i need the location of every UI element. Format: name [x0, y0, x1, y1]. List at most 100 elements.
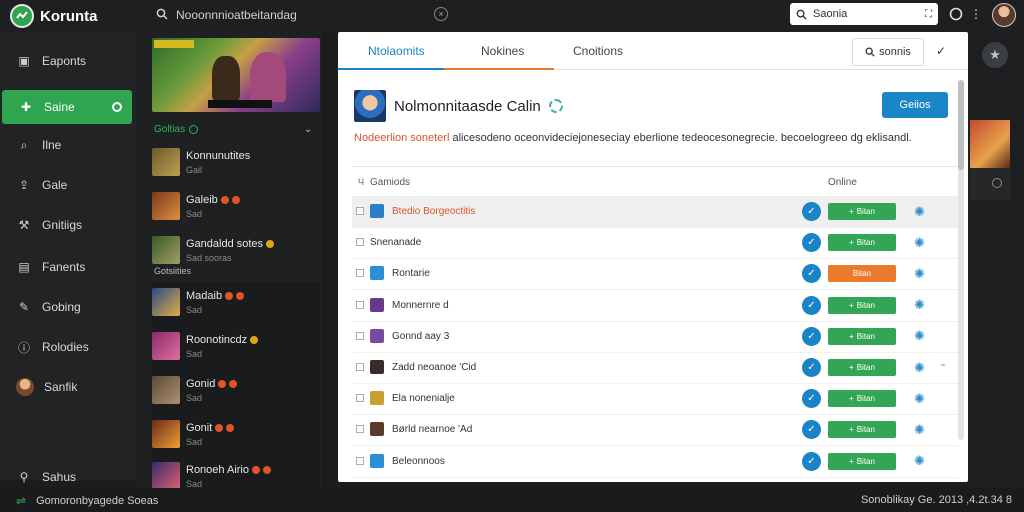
user-avatar[interactable] — [992, 3, 1016, 27]
description-text: alicesodeno oceonvideciejoneseciay eberl… — [452, 132, 912, 144]
game-thumbnail — [152, 376, 180, 404]
game-icon — [370, 360, 384, 374]
table-row[interactable]: Rontarie ✓ Bitan ✺ — [352, 259, 958, 291]
nav-item-fanents[interactable]: ▤ Fanents — [0, 250, 136, 284]
description-highlight: Nodeerlion soneterl — [354, 132, 450, 144]
plus-icon: + — [849, 456, 854, 466]
link-icon[interactable]: ⌁ — [940, 360, 952, 372]
scrollbar[interactable] — [958, 80, 964, 440]
primary-button[interactable]: Geiios — [882, 92, 948, 118]
game-icon — [370, 391, 384, 406]
page-title: Nolmonnitaasde Calin — [394, 97, 541, 115]
row-checkbox[interactable] — [356, 331, 364, 340]
game-subtitle: Gail — [186, 165, 203, 175]
nav-item-rolodies[interactable]: ⓘ Rolodies — [0, 330, 136, 364]
info-icon: ⓘ — [17, 340, 30, 355]
search-box[interactable]: Saonia ⛶ — [790, 3, 938, 25]
table-row[interactable]: Beleonnoos ✓ + Bitan ✺ — [352, 447, 958, 478]
settings-icon[interactable]: ✺ — [912, 235, 927, 250]
settings-icon[interactable] — [992, 178, 1002, 188]
table-row[interactable]: Monnernre d ✓ + Bitan ✺ — [352, 291, 958, 322]
settings-icon[interactable]: ✺ — [912, 297, 927, 313]
select-all-icon[interactable]: Ч — [358, 177, 364, 187]
status-badge[interactable]: + Bitan — [828, 327, 896, 345]
list-item[interactable]: Madaib Sad — [152, 288, 322, 326]
list-item[interactable]: Roonotincdz Sad — [152, 332, 322, 370]
list-item[interactable]: Gandaldd sotes Sad sooras — [152, 236, 322, 274]
settings-icon[interactable]: ✺ — [912, 204, 927, 219]
check-circle-icon[interactable]: ✓ — [802, 358, 821, 377]
chevron-down-icon[interactable]: ⌄ — [304, 124, 312, 135]
list-item[interactable]: Konnunutites Gail — [152, 148, 322, 186]
list-item[interactable]: Gonid Sad — [152, 376, 322, 414]
table-row[interactable]: Børld nearnoe 'Ad ✓ + Bitan ✺ — [352, 415, 958, 447]
table-row[interactable]: Gonnd aay 3 ✓ + Bitan ✺ — [352, 322, 958, 353]
game-thumbnail — [152, 236, 180, 264]
status-badge[interactable]: + Bitan — [828, 390, 896, 408]
brand[interactable]: Korunta — [10, 4, 98, 28]
tab-ntolaomits[interactable]: Ntolaomits — [338, 44, 444, 70]
row-checkbox[interactable] — [356, 207, 364, 215]
chat-icon[interactable] — [948, 6, 964, 22]
nav-item-eaponts[interactable]: ▣ Eaponts — [0, 44, 136, 78]
game-subtitle: Sad sooras — [186, 253, 232, 263]
nav-item-saine[interactable]: ✚ Saine — [2, 90, 132, 124]
row-checkbox[interactable] — [356, 269, 364, 278]
list-item[interactable]: Galeib Sad — [152, 192, 322, 230]
check-circle-icon[interactable]: ✓ — [802, 420, 821, 440]
search-button[interactable]: sonnis — [852, 38, 924, 66]
row-checkbox[interactable] — [356, 238, 364, 247]
row-checkbox[interactable] — [356, 425, 364, 434]
table-row[interactable]: Btedio Borgeoctitis ✓ + Bitan ✺ — [352, 197, 958, 228]
nav-item-gale[interactable]: ⇪ Gale — [0, 168, 136, 202]
table-row[interactable]: Snenanade ✓ + Bitan ✺ — [352, 228, 958, 260]
search-icon: ⌕ — [20, 137, 28, 152]
settings-icon[interactable]: ✺ — [912, 266, 927, 281]
check-circle-icon[interactable]: ✓ — [802, 264, 821, 284]
row-checkbox[interactable] — [356, 300, 364, 309]
checkmark-icon[interactable]: ✓ — [936, 44, 946, 58]
settings-icon[interactable]: ✺ — [912, 360, 927, 375]
check-circle-icon[interactable]: ✓ — [802, 233, 821, 253]
table-row[interactable]: Zadd neoanoe 'Cid ✓ + Bitan ✺ ⌁ — [352, 353, 958, 384]
featured-banner[interactable] — [152, 38, 320, 112]
status-badge[interactable]: + Bitan — [828, 234, 896, 252]
game-thumbnail — [152, 192, 180, 220]
expand-icon[interactable]: ⛶ — [925, 9, 932, 20]
check-circle-icon[interactable]: ✓ — [802, 202, 821, 221]
nav-item-ilne[interactable]: ⌕ Ilne — [0, 128, 136, 162]
tab-cnoitions[interactable]: Cnoitions — [573, 44, 623, 70]
top-search[interactable]: Nooonnnioatbeitandag × — [148, 4, 448, 26]
nav-item-gnitiigs[interactable]: ⚒ Gnitiigs — [0, 208, 136, 242]
status-badge[interactable]: + Bitan — [828, 421, 896, 439]
settings-icon[interactable]: ✺ — [912, 422, 927, 437]
status-badge[interactable]: + Bitan — [828, 452, 896, 470]
star-icon[interactable]: ★ — [982, 42, 1008, 68]
side-card[interactable] — [970, 120, 1010, 200]
status-badge[interactable]: + Bitan — [828, 296, 896, 314]
row-checkbox[interactable] — [356, 456, 364, 465]
game-icon — [370, 266, 384, 281]
row-name: Monnernre d — [392, 299, 449, 311]
check-circle-icon[interactable]: ✓ — [802, 389, 821, 409]
check-circle-icon[interactable]: ✓ — [802, 326, 821, 346]
tab-nokines[interactable]: Nokines — [444, 44, 554, 70]
row-checkbox[interactable] — [356, 363, 364, 371]
settings-icon[interactable]: ✺ — [912, 328, 927, 344]
settings-icon[interactable]: ✺ — [912, 453, 927, 469]
nav-item-sanfik[interactable]: Sanfik — [0, 370, 136, 404]
settings-icon[interactable]: ✺ — [912, 391, 927, 406]
row-checkbox[interactable] — [356, 394, 364, 403]
more-icon[interactable]: ⋮ — [968, 6, 984, 22]
status-badge[interactable]: + Bitan — [828, 359, 896, 376]
status-right-text: Sonoblikay Ge. 2013 ,4.2t.34 8 — [860, 494, 1012, 506]
status-badge[interactable]: Bitan — [828, 265, 896, 283]
table-row[interactable]: Ela nonenialje ✓ + Bitan ✺ — [352, 384, 958, 416]
check-circle-icon[interactable]: ✓ — [802, 295, 821, 315]
status-badge[interactable]: + Bitan — [828, 203, 896, 220]
list-item[interactable]: Gonit Sad — [152, 420, 322, 458]
check-circle-icon[interactable]: ✓ — [802, 451, 821, 471]
nav-item-gobing[interactable]: ✎ Gobing — [0, 290, 136, 324]
notification-badge-icon — [218, 380, 227, 388]
close-icon[interactable]: × — [434, 7, 448, 21]
